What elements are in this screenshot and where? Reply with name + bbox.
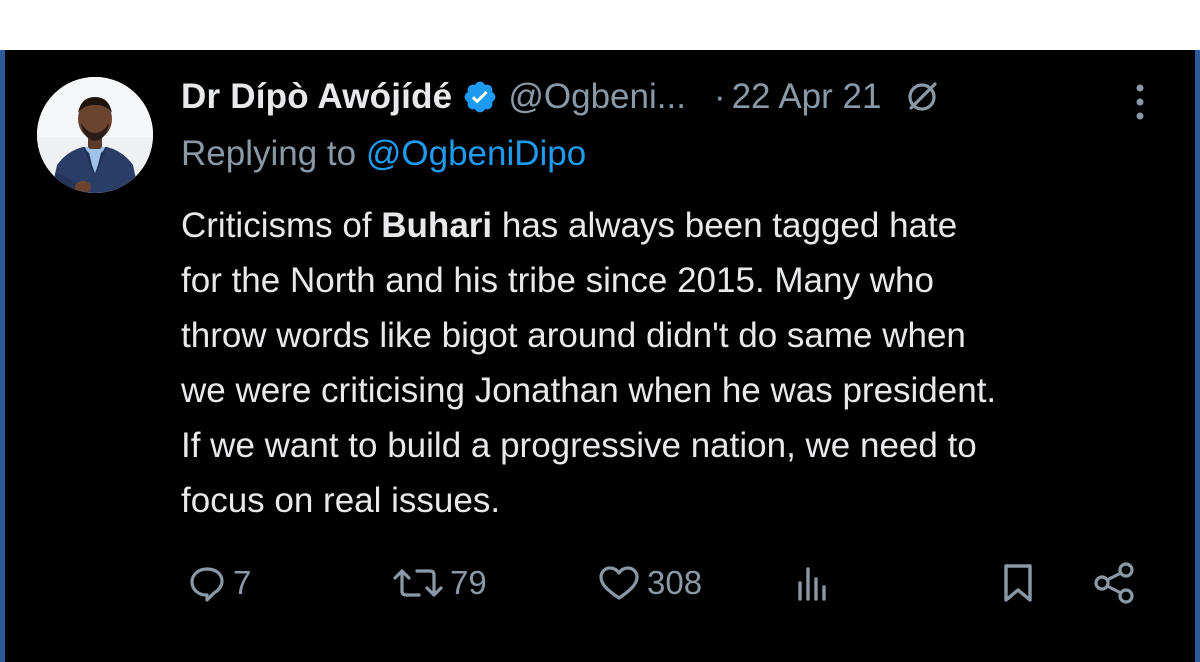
right-edge xyxy=(1195,50,1200,662)
bookmark-icon xyxy=(1004,564,1032,602)
tweet-text-segment: has always been tagged hate xyxy=(492,206,958,245)
like-count: 308 xyxy=(647,564,703,601)
tweet-text-line: for the North and his tribe since 2015. … xyxy=(181,261,934,300)
verified-badge-icon[interactable] xyxy=(462,79,498,115)
retweet-count: 79 xyxy=(450,564,487,601)
like-button[interactable]: 308 xyxy=(597,553,702,613)
tweet-actions: 7 79 308 xyxy=(5,553,1195,613)
replying-to: Replying to @OgbeniDipo xyxy=(181,134,586,174)
reply-icon xyxy=(190,567,224,602)
retweet-icon xyxy=(393,569,443,597)
tweet-date[interactable]: 22 Apr 21 xyxy=(732,77,882,117)
replying-to-label: Replying to xyxy=(181,134,357,173)
tweet-text-line: we were criticising Jonathan when he was… xyxy=(181,371,997,410)
tweet-text: Criticisms of Buhari has always been tag… xyxy=(181,198,1181,528)
avatar-image xyxy=(37,77,153,193)
reply-count: 7 xyxy=(233,564,252,601)
tweet-card[interactable]: Dr Dípò Awójídé @Ogbeni... · 22 Apr 21 R… xyxy=(5,50,1195,662)
tweet-text-line: Criticisms of Buhari has always been tag… xyxy=(181,198,1181,253)
author-handle[interactable]: @Ogbeni... xyxy=(508,77,686,117)
retweet-button[interactable]: 79 xyxy=(392,553,487,613)
bookmark-button[interactable] xyxy=(998,553,1038,613)
share-icon xyxy=(1094,562,1134,604)
tweet-header: Dr Dípò Awójídé @Ogbeni... · 22 Apr 21 xyxy=(181,72,941,122)
avatar[interactable] xyxy=(37,77,153,193)
replying-to-handle[interactable]: @OgbeniDipo xyxy=(366,134,586,173)
tweet-text-line: If we want to build a progressive nation… xyxy=(181,426,977,465)
tweet-text-line: throw words like bigot around didn't do … xyxy=(181,316,966,355)
share-button[interactable] xyxy=(1090,553,1138,613)
tweet-text-segment: Criticisms of xyxy=(181,206,382,245)
views-icon xyxy=(798,567,826,601)
author-display-name[interactable]: Dr Dípò Awójídé xyxy=(181,77,452,117)
top-margin xyxy=(0,0,1200,50)
separator-dot: · xyxy=(713,77,726,116)
grok-icon[interactable] xyxy=(903,78,941,116)
heart-icon xyxy=(599,566,639,600)
more-vertical-icon[interactable] xyxy=(1127,80,1153,124)
tweet-text-bold: Buhari xyxy=(381,206,493,245)
views-button[interactable] xyxy=(793,553,833,613)
tweet-text-line: focus on real issues. xyxy=(181,481,501,520)
reply-button[interactable]: 7 xyxy=(187,553,251,613)
